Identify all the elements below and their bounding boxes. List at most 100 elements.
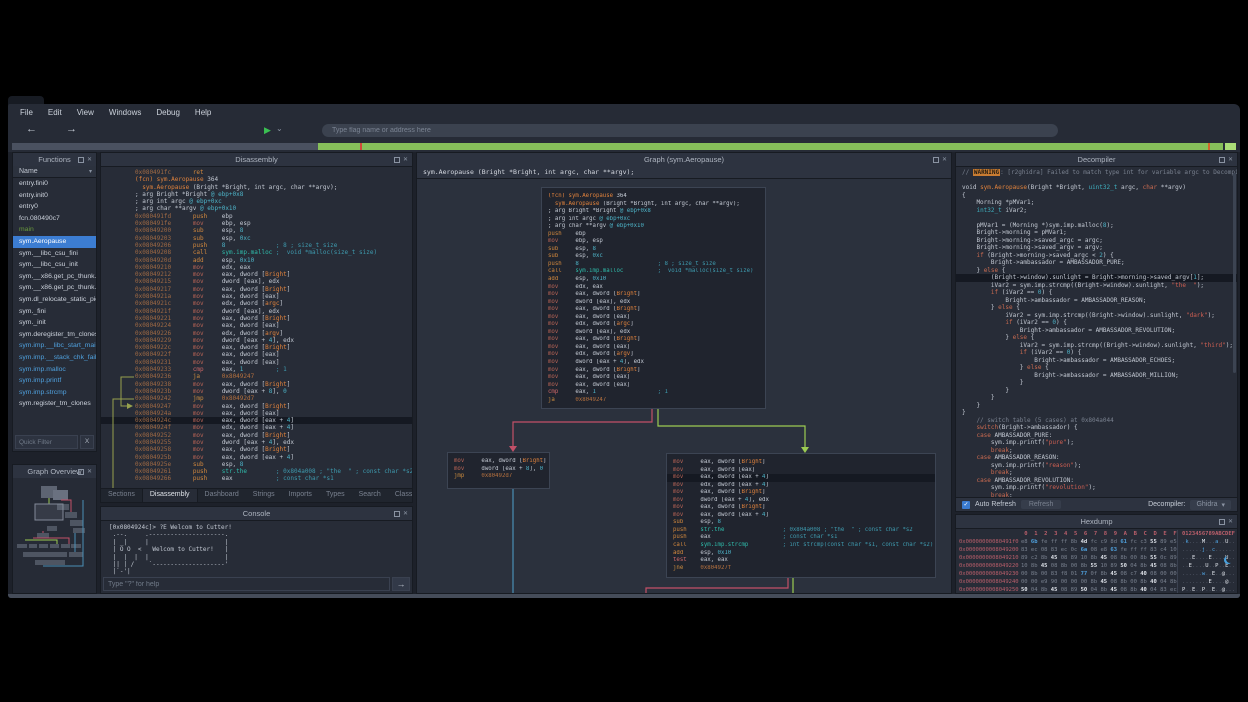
code-line[interactable]: jne 0x804927f bbox=[667, 565, 935, 573]
code-line[interactable]: 0x080491fc ret bbox=[101, 169, 412, 176]
code-line[interactable]: ja 0x8049247 bbox=[542, 397, 765, 405]
code-line[interactable]: } bbox=[956, 394, 1237, 402]
menu-help[interactable]: Help bbox=[195, 108, 211, 117]
code-line[interactable]: push eax ; const char *s1 bbox=[667, 534, 935, 542]
code-line[interactable]: Morning *pMVar1; bbox=[956, 199, 1237, 207]
console-input[interactable] bbox=[103, 577, 390, 591]
decompiler-engine-select[interactable]: Ghidra▾ bbox=[1190, 500, 1231, 510]
console-panel-header[interactable]: Console ✕ bbox=[101, 507, 412, 521]
code-line[interactable]: mov eax, dword [eax] bbox=[542, 314, 765, 322]
console-send-button[interactable]: → bbox=[392, 577, 410, 591]
code-line[interactable]: 0x080491fd push ebp bbox=[101, 213, 412, 220]
function-item[interactable]: sym._fini bbox=[13, 306, 96, 318]
tab-disassembly[interactable]: Disassembly bbox=[142, 489, 198, 502]
code-line[interactable]: mov eax, dword [Bright] bbox=[542, 367, 765, 375]
code-line[interactable]: ; arg int argc @ ebp+0xc bbox=[101, 198, 412, 205]
hex-row[interactable]: 0x000000000804922010 8b 45 08 8b 00 8b 5… bbox=[959, 562, 1237, 570]
code-line[interactable]: 0x08049258 mov eax, dword [Bright] bbox=[101, 446, 412, 453]
code-line[interactable]: int32_t iVar2; bbox=[956, 207, 1237, 215]
code-line[interactable]: mov eax, dword [Bright] bbox=[667, 459, 935, 467]
code-line[interactable]: .--. .---------------------. bbox=[109, 531, 412, 538]
function-item[interactable]: entry0 bbox=[13, 201, 96, 213]
hex-row[interactable]: 0x000000000804921089 c2 8b 45 08 89 10 8… bbox=[959, 554, 1237, 562]
code-line[interactable] bbox=[956, 177, 1237, 185]
code-line[interactable]: iVar2 = sym.imp.strcmp((Bright->window).… bbox=[956, 342, 1237, 350]
code-line[interactable]: // WARNING: [r2ghidra] Failed to match t… bbox=[956, 169, 1237, 177]
hex-row[interactable]: 0x00000000080491f0e8 6b fe ff ff 8b 4d f… bbox=[959, 538, 1237, 546]
code-line[interactable]: } bbox=[956, 387, 1237, 395]
code-line[interactable]: Bright->morning->saved_argc = argc; bbox=[956, 237, 1237, 245]
float-panel-icon[interactable] bbox=[78, 469, 84, 475]
function-item[interactable]: sym.imp.printf bbox=[13, 375, 96, 387]
code-line[interactable]: 0x08049261 push str.the ; 0x804a008 ; "t… bbox=[101, 468, 412, 475]
search-input[interactable] bbox=[322, 124, 1058, 137]
code-line[interactable]: 0x08049212 mov eax, dword [Bright] bbox=[101, 271, 412, 278]
code-line[interactable]: case AMBASSADOR_REVOLUTION: bbox=[956, 477, 1237, 485]
close-panel-icon[interactable]: ✕ bbox=[1228, 519, 1233, 525]
code-line[interactable]: iVar2 = sym.imp.strcmp((Bright->window).… bbox=[956, 282, 1237, 290]
code-line[interactable]: mov eax, dword [Bright] bbox=[667, 489, 935, 497]
code-line[interactable]: sub esp, 8 bbox=[542, 246, 765, 254]
code-line[interactable]: 0x08049233 cmp eax, 1 ; 1 bbox=[101, 366, 412, 373]
float-panel-icon[interactable] bbox=[394, 511, 400, 517]
code-line[interactable]: || | / `--------------------' bbox=[109, 561, 412, 568]
code-line[interactable]: sym.imp.printf("revolution"); bbox=[956, 484, 1237, 492]
code-line[interactable]: mov dword [eax + 4], edx bbox=[542, 359, 765, 367]
code-line[interactable]: mov ebp, esp bbox=[542, 238, 765, 246]
code-line[interactable]: } else { bbox=[956, 364, 1237, 372]
code-line[interactable] bbox=[956, 214, 1237, 222]
code-line[interactable]: 0x08049221 mov eax, dword [Bright] bbox=[101, 315, 412, 322]
function-item[interactable]: sym.__libc_csu_init bbox=[13, 259, 96, 271]
code-line[interactable]: | _| | | bbox=[109, 539, 412, 546]
scrollbar[interactable] bbox=[1233, 173, 1236, 373]
tab-strings[interactable]: Strings bbox=[246, 489, 282, 502]
function-item[interactable]: sym.__x86.get_pc_thunk.bx bbox=[13, 282, 96, 294]
quick-filter-input[interactable] bbox=[15, 435, 78, 449]
close-panel-icon[interactable]: ✕ bbox=[1228, 157, 1233, 163]
hexdump-panel-header[interactable]: Hexdump ✕ bbox=[956, 515, 1237, 529]
hexdump-content[interactable]: 0 1 2 3 4 5 6 7 8 9 A B C D E F 01234567… bbox=[956, 528, 1237, 593]
code-line[interactable]: 0x08049200 sub esp, 8 bbox=[101, 227, 412, 234]
graph-overview-minimap[interactable] bbox=[13, 478, 96, 593]
code-line[interactable]: mov eax, dword [eax + 4] bbox=[667, 474, 935, 482]
code-line[interactable]: push 8 ; 8 ; size_t size bbox=[542, 261, 765, 269]
code-line[interactable]: mov eax, dword [eax] bbox=[542, 382, 765, 390]
code-line[interactable]: 0x0804921f mov dword [eax], edx bbox=[101, 308, 412, 315]
code-line[interactable]: 0x08049236 ja 0x8049247 bbox=[101, 373, 412, 380]
close-panel-icon[interactable]: ✕ bbox=[87, 469, 92, 475]
function-item[interactable]: sym.__x86.get_pc_thunk.bp bbox=[13, 271, 96, 283]
code-line[interactable]: if (iVar2 == 0) { bbox=[956, 349, 1237, 357]
code-line[interactable]: 0x0804923b mov dword [eax + 8], 0 bbox=[101, 388, 412, 395]
code-line[interactable]: Bright->ambassador = AMBASSADOR_PURE; bbox=[956, 259, 1237, 267]
graph-block-false-branch[interactable]: mov eax, dword [Bright]mov dword [eax + … bbox=[447, 452, 550, 489]
function-item[interactable]: sym.deregister_tm_clones bbox=[13, 329, 96, 341]
code-line[interactable]: if (Bright->morning->saved_argc < 2) { bbox=[956, 252, 1237, 260]
code-line[interactable]: 0x0804925e sub esp, 8 bbox=[101, 461, 412, 468]
close-panel-icon[interactable]: ✕ bbox=[942, 157, 947, 163]
code-line[interactable]: sym.Aeropause (Bright *Bright, int argc,… bbox=[101, 184, 412, 191]
code-line[interactable]: mov eax, dword [Bright] bbox=[542, 306, 765, 314]
function-item[interactable]: sym.__libc_csu_fini bbox=[13, 248, 96, 260]
code-line[interactable]: case AMBASSADOR_PURE: bbox=[956, 432, 1237, 440]
code-line[interactable]: call sym.imp.malloc ; void *malloc(size_… bbox=[542, 268, 765, 276]
functions-column-header[interactable]: Name ▾ bbox=[13, 166, 96, 178]
forward-arrow-icon[interactable]: → bbox=[66, 123, 77, 135]
code-line[interactable]: Bright->ambassador = AMBASSADOR_MILLION; bbox=[956, 372, 1237, 380]
code-line[interactable]: } bbox=[956, 379, 1237, 387]
code-line[interactable]: mov eax, dword [Bright] bbox=[448, 458, 549, 466]
code-line[interactable]: { bbox=[956, 192, 1237, 200]
tab-imports[interactable]: Imports bbox=[282, 489, 319, 502]
tab-sections[interactable]: Sections bbox=[101, 489, 142, 502]
code-line[interactable]: mov dword [eax + 8], 0 bbox=[448, 466, 549, 474]
tab-dashboard[interactable]: Dashboard bbox=[198, 489, 246, 502]
code-line[interactable]: } else { bbox=[956, 304, 1237, 312]
code-line[interactable]: sub esp, 8 bbox=[667, 519, 935, 527]
function-item[interactable]: sym.imp.malloc bbox=[13, 364, 96, 376]
code-line[interactable]: 0x08049226 mov edx, dword [argv] bbox=[101, 330, 412, 337]
code-line[interactable]: 0x08049203 sub esp, 0xc bbox=[101, 235, 412, 242]
code-line[interactable]: 0x08049208 call sym.imp.malloc ; void *m… bbox=[101, 249, 412, 256]
code-line[interactable]: 0x08049224 mov eax, dword [eax] bbox=[101, 322, 412, 329]
graph-panel-header[interactable]: Graph (sym.Aeropause) ✕ bbox=[417, 153, 951, 167]
auto-refresh-checkbox[interactable]: ✓ bbox=[962, 501, 970, 509]
code-line[interactable]: mov eax, dword [eax] bbox=[542, 344, 765, 352]
